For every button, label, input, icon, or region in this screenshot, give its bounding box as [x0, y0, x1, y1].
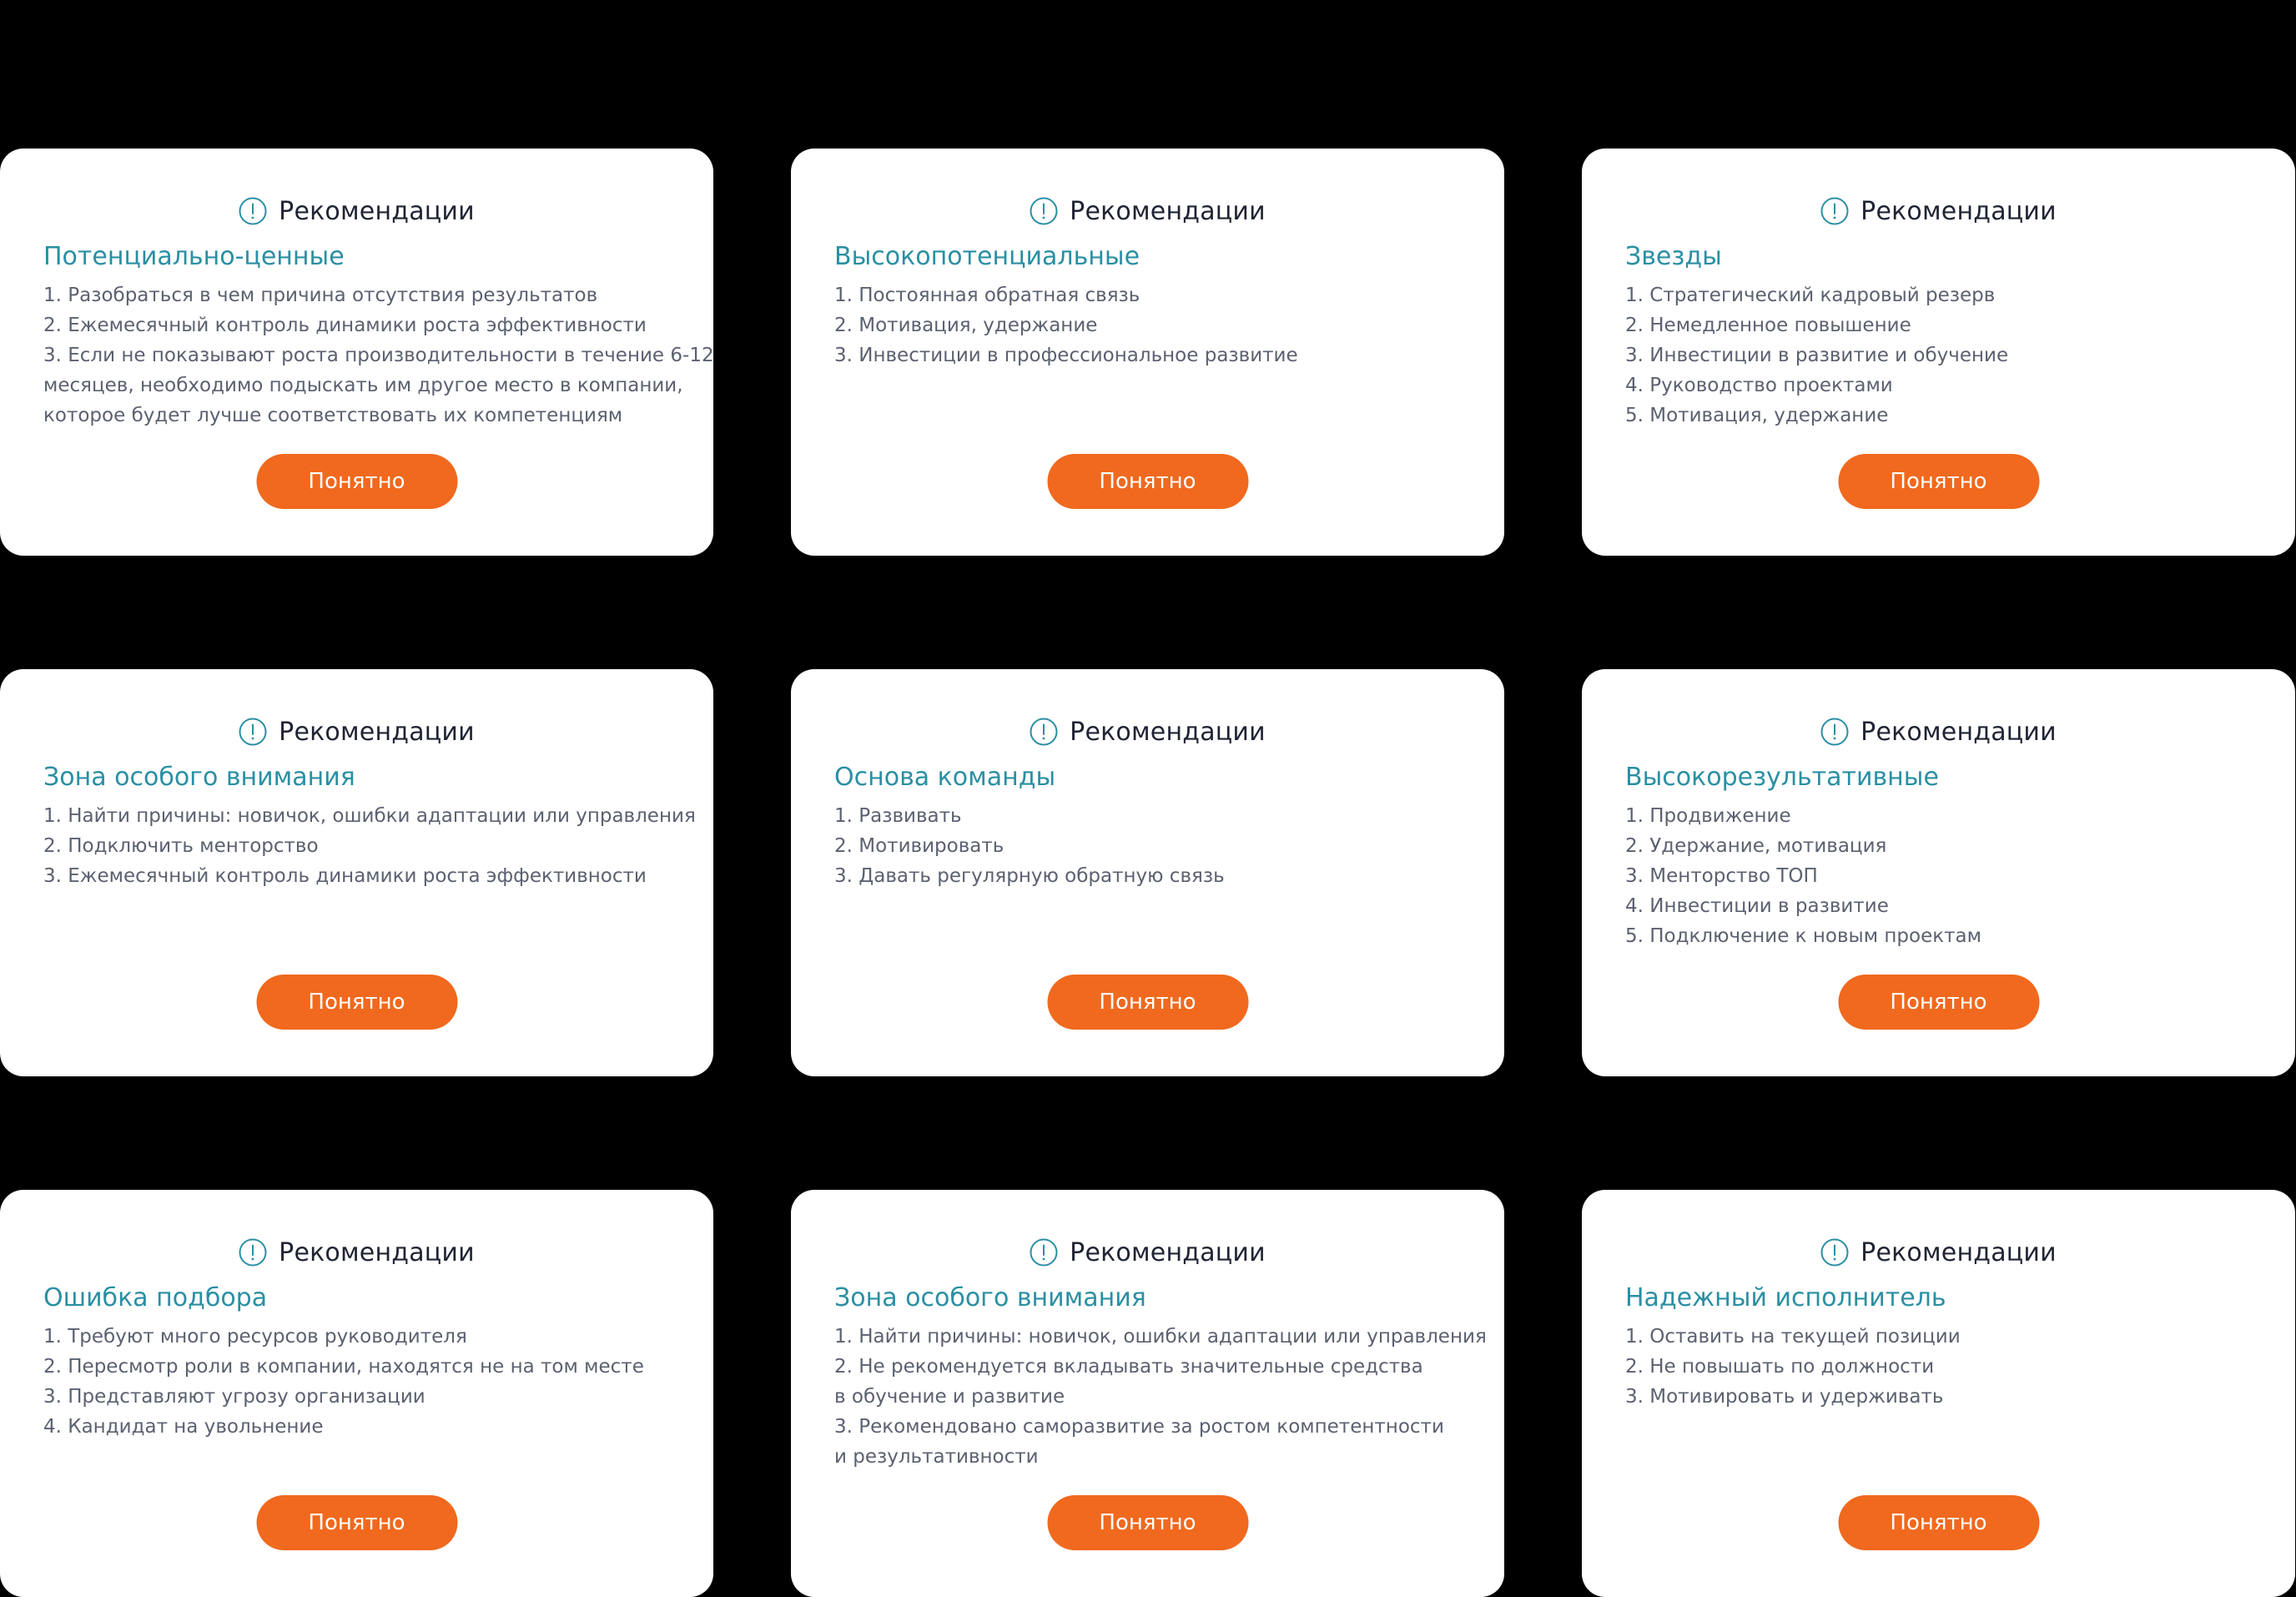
- recommendation-card-6: Рекомендации Высокорезультативные 1. Про…: [1582, 669, 2295, 1076]
- recommendation-item: 3. Рекомендовано саморазвитие за ростом …: [834, 1416, 1444, 1438]
- card-category-title: Надежный исполнитель: [1625, 1283, 1946, 1312]
- recommendation-item: 3. Инвестиции в развитие и обучение: [1625, 345, 2009, 366]
- recommendation-item: 2. Мотивировать: [834, 835, 1004, 857]
- card-category-title: Высокорезультативные: [1625, 763, 1939, 792]
- recommendation-item: 5. Мотивация, удержание: [1625, 405, 1889, 426]
- recommendation-item: 2. Мотивация, удержание: [834, 315, 1098, 336]
- recommendation-item: которое будет лучше соответствовать их к…: [43, 405, 623, 426]
- ok-button[interactable]: Понятно: [1838, 1495, 2039, 1550]
- recommendation-card-9: Рекомендации Надежный исполнитель 1. Ост…: [1582, 1190, 2295, 1597]
- card-header-title: Рекомендации: [1860, 717, 2057, 747]
- recommendation-item: 4. Кандидат на увольнение: [43, 1416, 324, 1438]
- card-header-title: Рекомендации: [279, 717, 475, 747]
- card-header: Рекомендации: [834, 192, 1461, 230]
- recommendation-item: 1. Стратегический кадровый резерв: [1625, 285, 1996, 306]
- recommendation-card-5: Рекомендации Основа команды 1. Развивать…: [791, 669, 1504, 1076]
- card-header: Рекомендации: [1625, 713, 2252, 751]
- recommendation-item: 1. Найти причины: новичок, ошибки адапта…: [834, 1326, 1487, 1348]
- card-category-title: Потенциально-ценные: [43, 242, 345, 271]
- card-header-title: Рекомендации: [279, 196, 475, 226]
- recommendation-item: 3. Давать регулярную обратную связь: [834, 865, 1225, 887]
- recommendation-card-8: Рекомендации Зона особого внимания 1. На…: [791, 1190, 1504, 1597]
- info-icon: [1030, 197, 1058, 225]
- recommendation-item: 1. Разобраться в чем причина отсутствия …: [43, 285, 598, 306]
- card-header: Рекомендации: [43, 192, 670, 230]
- recommendation-item: 2. Удержание, мотивация: [1625, 835, 1887, 857]
- recommendation-item: 3. Менторство ТОП: [1625, 865, 1818, 887]
- recommendation-item: 1. Найти причины: новичок, ошибки адапта…: [43, 805, 696, 827]
- recommendation-item: 1. Постоянная обратная связь: [834, 285, 1140, 306]
- card-recommendations-list: 1. Оставить на текущей позиции 2. Не повы…: [1625, 1322, 2252, 1477]
- card-recommendations-list: 1. Развивать 2. Мотивировать 3. Давать рег…: [834, 801, 1461, 956]
- ok-button[interactable]: Понятно: [1838, 454, 2039, 509]
- info-icon: [239, 718, 267, 746]
- info-icon: [239, 1238, 267, 1267]
- info-icon: [1820, 197, 1849, 225]
- recommendation-item: 1. Развивать: [834, 805, 962, 827]
- recommendation-card-7: Рекомендации Ошибка подбора 1. Требуют м…: [0, 1190, 713, 1597]
- card-header: Рекомендации: [834, 1233, 1461, 1272]
- recommendation-item: 1. Продвижение: [1625, 805, 1791, 827]
- card-recommendations-list: 1. Продвижение 2. Удержание, мотивация 3. …: [1625, 801, 2252, 956]
- info-icon: [1820, 718, 1849, 746]
- recommendation-card-3: Рекомендации Звезды 1. Стратегический ка…: [1582, 149, 2295, 556]
- card-header-title: Рекомендации: [1070, 196, 1266, 226]
- recommendation-item: 2. Пересмотр роли в компании, находятся …: [43, 1356, 644, 1378]
- recommendation-item: 3. Представляют угрозу организации: [43, 1386, 425, 1408]
- card-header-title: Рекомендации: [1860, 1237, 2057, 1267]
- card-recommendations-list: 1. Постоянная обратная связь 2. Мотивация…: [834, 280, 1461, 436]
- recommendation-item: 3. Инвестиции в профессиональное развити…: [834, 345, 1298, 366]
- card-category-title: Основа команды: [834, 763, 1056, 792]
- card-header-title: Рекомендации: [1070, 717, 1266, 747]
- recommendation-item: месяцев, необходимо подыскать им другое …: [43, 375, 683, 396]
- recommendation-item: и результативности: [834, 1446, 1039, 1468]
- ok-button[interactable]: Понятно: [1047, 1495, 1248, 1550]
- card-header-title: Рекомендации: [279, 1237, 475, 1267]
- ok-button[interactable]: Понятно: [256, 975, 457, 1030]
- ok-button[interactable]: Понятно: [1047, 975, 1248, 1030]
- card-header-title: Рекомендации: [1860, 196, 2057, 226]
- card-category-title: Высокопотенциальные: [834, 242, 1140, 271]
- card-header: Рекомендации: [834, 713, 1461, 751]
- recommendation-item: 2. Не рекомендуется вкладывать значитель…: [834, 1356, 1423, 1378]
- recommendation-item: 1. Требуют много ресурсов руководителя: [43, 1326, 467, 1348]
- card-recommendations-list: 1. Найти причины: новичок, ошибки адапта…: [834, 1322, 1487, 1477]
- card-category-title: Зона особого внимания: [834, 1283, 1146, 1312]
- info-icon: [1030, 1238, 1058, 1267]
- recommendation-item: 5. Подключение к новым проектам: [1625, 925, 1981, 947]
- ok-button[interactable]: Понятно: [1838, 975, 2039, 1030]
- recommendation-item: 2. Немедленное повышение: [1625, 315, 1911, 336]
- card-recommendations-list: 1. Требуют много ресурсов руководителя 2.…: [43, 1322, 670, 1477]
- recommendation-item: 1. Оставить на текущей позиции: [1625, 1326, 1961, 1348]
- card-recommendations-list: 1. Стратегический кадровый резерв 2. Неме…: [1625, 280, 2252, 436]
- recommendation-item: 2. Ежемесячный контроль динамики роста э…: [43, 315, 647, 336]
- recommendation-card-1: Рекомендации Потенциально-ценные 1. Разо…: [0, 149, 714, 556]
- recommendation-item: 3. Ежемесячный контроль динамики роста э…: [43, 865, 647, 887]
- recommendation-item: 3. Мотивировать и удерживать: [1625, 1386, 1944, 1408]
- card-header: Рекомендации: [43, 713, 670, 751]
- card-category-title: Ошибка подбора: [43, 1283, 268, 1312]
- recommendation-item: 4. Руководство проектами: [1625, 375, 1893, 396]
- recommendation-item: 4. Инвестиции в развитие: [1625, 895, 1889, 917]
- recommendation-item: 3. Если не показывают роста производител…: [43, 345, 714, 366]
- card-category-title: Звезды: [1625, 242, 1722, 271]
- card-header: Рекомендации: [43, 1233, 670, 1272]
- recommendation-item: 2. Подключить менторство: [43, 835, 319, 857]
- recommendation-item: 2. Не повышать по должности: [1625, 1356, 1935, 1378]
- recommendation-card-2: Рекомендации Высокопотенциальные 1. Пост…: [791, 149, 1504, 556]
- card-header: Рекомендации: [1625, 192, 2252, 230]
- ok-button[interactable]: Понятно: [1047, 454, 1248, 509]
- card-category-title: Зона особого внимания: [43, 763, 355, 792]
- card-recommendations-list: 1. Найти причины: новичок, ошибки адапта…: [43, 801, 696, 956]
- ok-button[interactable]: Понятно: [256, 1495, 457, 1550]
- info-icon: [1820, 1238, 1849, 1267]
- info-icon: [1030, 718, 1058, 746]
- recommendation-card-4: Рекомендации Зона особого внимания 1. На…: [0, 669, 713, 1076]
- card-header-title: Рекомендации: [1070, 1237, 1266, 1267]
- recommendation-item: в обучение и развитие: [834, 1386, 1065, 1408]
- card-header: Рекомендации: [1625, 1233, 2252, 1272]
- card-recommendations-list: 1. Разобраться в чем причина отсутствия …: [43, 280, 714, 436]
- ok-button[interactable]: Понятно: [256, 454, 457, 509]
- info-icon: [239, 197, 267, 225]
